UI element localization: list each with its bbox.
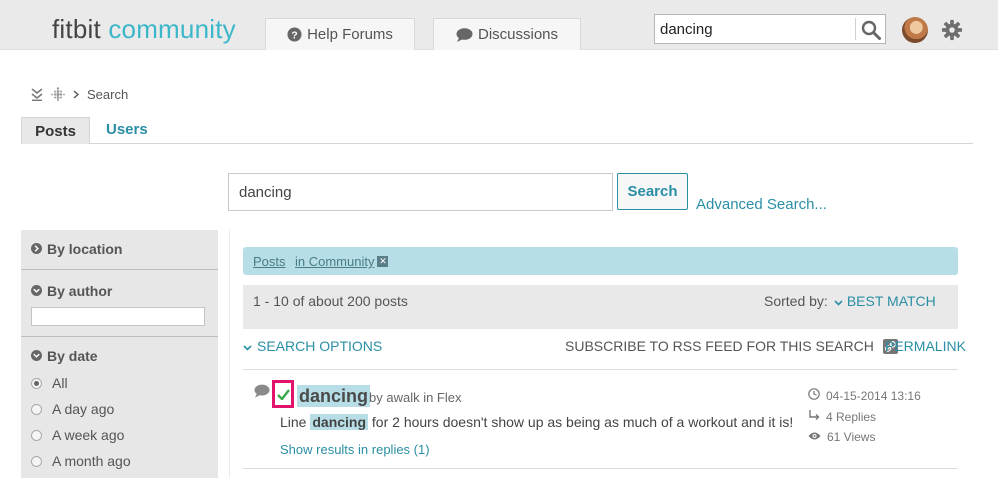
- radio-button[interactable]: [31, 403, 42, 415]
- advanced-search-link[interactable]: Advanced Search...: [696, 196, 827, 213]
- clock-icon: [808, 388, 820, 403]
- tab-help-forums-label: Help Forums: [307, 26, 393, 43]
- remove-filter-icon[interactable]: ✕: [377, 256, 389, 267]
- radio-button[interactable]: [31, 455, 42, 467]
- chevron-down-icon: [834, 293, 843, 309]
- search-options-toggle[interactable]: SEARCH OPTIONS: [243, 338, 382, 354]
- sort-dropdown[interactable]: BEST MATCH: [834, 293, 936, 309]
- tab-posts[interactable]: Posts: [21, 117, 90, 144]
- speech-bubble-icon: [456, 27, 473, 42]
- rss-subscribe[interactable]: SUBSCRIBE TO RSS FEED FOR THIS SEARCH: [565, 338, 898, 354]
- result-replies: 4 Replies: [808, 409, 876, 424]
- result-author: by awalk in Flex: [369, 390, 462, 405]
- search-term-highlight: dancing: [310, 414, 369, 430]
- divider: [243, 369, 958, 370]
- filter-by-date[interactable]: By date: [31, 348, 98, 364]
- chevron-right-icon: [73, 89, 79, 99]
- active-filters: Posts in Community ✕: [243, 247, 958, 275]
- result-title-link[interactable]: dancing: [297, 385, 371, 407]
- filter-sidebar: By location By author By date All A day …: [21, 230, 218, 478]
- question-circle-icon: ?: [287, 27, 302, 42]
- sort-control: Sorted by: BEST MATCH: [764, 293, 936, 309]
- date-option-month[interactable]: A month ago: [31, 453, 131, 469]
- author-field[interactable]: [31, 307, 205, 326]
- filter-scope[interactable]: in Community ✕: [295, 254, 389, 269]
- divider: [243, 468, 958, 469]
- date-option-week[interactable]: A week ago: [31, 427, 124, 443]
- date-option-all[interactable]: All: [31, 375, 68, 391]
- result-snippet: Line dancing for 2 hours doesn't show up…: [280, 414, 794, 430]
- filter-posts[interactable]: Posts: [253, 254, 286, 269]
- reply-arrow-icon: [808, 409, 820, 424]
- search-divider: [855, 18, 856, 40]
- main-search: [228, 173, 613, 211]
- collapse-arrow-icon[interactable]: [31, 87, 43, 101]
- result-views: 61 Views: [808, 430, 875, 444]
- user-avatar[interactable]: [902, 17, 928, 43]
- chevron-down-icon: [243, 338, 252, 354]
- results-count: 1 - 10 of about 200 posts: [253, 293, 408, 309]
- solved-checkmark-icon: [272, 380, 294, 408]
- filter-by-author[interactable]: By author: [31, 283, 112, 299]
- breadcrumb-current: Search: [87, 86, 129, 102]
- search-icon[interactable]: [858, 17, 884, 43]
- fitbit-dots-icon[interactable]: [51, 87, 65, 101]
- tab-discussions[interactable]: Discussions: [433, 18, 581, 50]
- eye-icon: [808, 430, 821, 444]
- chevron-down-circle-icon: [31, 283, 42, 299]
- result-date: 04-15-2014 13:16: [808, 388, 921, 403]
- results-summary: 1 - 10 of about 200 posts Sorted by: BES…: [243, 285, 958, 329]
- result-type-tabs: Posts Users: [21, 117, 973, 144]
- gear-icon[interactable]: [941, 19, 963, 41]
- permalink-link[interactable]: PERMALINK: [885, 338, 966, 354]
- divider: [21, 269, 218, 270]
- svg-text:?: ?: [291, 30, 297, 41]
- divider: [21, 336, 218, 337]
- search-button[interactable]: Search: [617, 173, 688, 210]
- header-search: [654, 14, 886, 44]
- breadcrumb: Search: [31, 86, 128, 102]
- chevron-right-circle-icon: [31, 241, 42, 257]
- radio-button[interactable]: [31, 429, 42, 441]
- chevron-down-circle-icon: [31, 348, 42, 364]
- tab-discussions-label: Discussions: [477, 26, 559, 43]
- radio-button-selected[interactable]: [31, 377, 42, 389]
- top-bar: fitbit community ? Help Forums Discussio…: [0, 0, 998, 50]
- tab-users[interactable]: Users: [106, 121, 148, 138]
- filter-by-location[interactable]: By location: [31, 241, 122, 257]
- speech-bubble-icon: [254, 384, 270, 403]
- tab-help-forums[interactable]: ? Help Forums: [265, 18, 415, 50]
- date-option-day[interactable]: A day ago: [31, 401, 114, 417]
- header-search-input[interactable]: [655, 15, 855, 43]
- show-replies-link[interactable]: Show results in replies (1): [280, 442, 430, 457]
- fitbit-community-logo[interactable]: fitbit community: [52, 14, 236, 44]
- main-search-input[interactable]: [229, 174, 612, 210]
